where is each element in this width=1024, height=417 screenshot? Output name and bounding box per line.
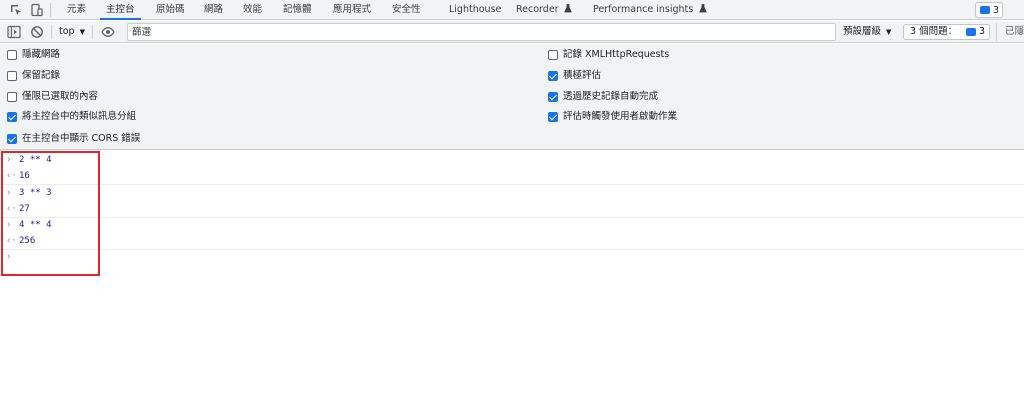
console-input-row: › 4 ** 4	[0, 217, 1024, 233]
flask-icon	[699, 4, 708, 13]
checkbox-checked[interactable]	[7, 134, 17, 144]
eye-icon[interactable]	[101, 25, 115, 39]
checkbox-checked[interactable]	[548, 71, 558, 81]
setting-label: 隱藏網路	[22, 49, 61, 60]
tab-application[interactable]: 應用程式	[333, 0, 371, 20]
console-result-value: 27	[19, 204, 30, 214]
tab-console[interactable]: 主控台	[100, 0, 140, 20]
console-result-row: ‹· 27	[0, 201, 1024, 217]
console-result-value: 16	[19, 171, 30, 181]
console-result-row: ‹· 256	[0, 233, 1024, 249]
checkbox-checked[interactable]	[7, 112, 17, 122]
tab-bar-divider	[50, 3, 51, 17]
console-input-code: 3 ** 3	[19, 188, 52, 198]
hidden-messages-count: 已隱	[996, 23, 1024, 41]
chevron-right-icon: ›	[6, 220, 12, 230]
chevron-right-icon: ›	[6, 252, 12, 262]
tab-elements[interactable]: 元素	[67, 0, 86, 20]
toolbar-divider	[51, 25, 52, 39]
setting-label: 積極評估	[563, 70, 602, 81]
setting-label: 記錄 XMLHttpRequests	[563, 49, 670, 60]
tab-network[interactable]: 網路	[204, 0, 223, 20]
tab-lighthouse[interactable]: Lighthouse	[449, 0, 501, 20]
setting-label: 將主控台中的類似訊息分組	[22, 111, 137, 122]
checkbox[interactable]	[7, 50, 17, 60]
console-prompt-row[interactable]: ›	[0, 249, 1024, 265]
setting-label: 在主控台中顯示 CORS 錯誤	[22, 133, 141, 144]
console-input-code: 4 ** 4	[19, 220, 52, 230]
log-levels-label: 預設層級	[843, 26, 882, 37]
chevron-right-icon: ›	[6, 155, 12, 165]
sidebar-toggle-icon[interactable]	[7, 25, 21, 39]
console-input-code: 2 ** 4	[19, 155, 52, 165]
console-output[interactable]: › 2 ** 4 ‹· 16 › 3 ** 3 ‹· 27 › 4 ** 4 ‹…	[0, 151, 1024, 417]
console-result-value: 256	[19, 236, 36, 246]
devtools-tab-bar: 元素 主控台 原始碼 網路 效能 記憶體 應用程式 安全性 Lighthouse…	[0, 0, 1024, 20]
issue-message-icon	[966, 28, 976, 36]
console-toolbar: top ▼ 預設層級 ▼ 3 個問題： 3 已隱	[0, 21, 1024, 43]
setting-label: 透過歷史記錄自動完成	[563, 91, 659, 102]
console-settings-panel: 隱藏網路 保留記錄 僅限已選取的內容 將主控台中的類似訊息分組 在主控台中顯示 …	[0, 44, 1024, 150]
return-arrow-icon: ‹·	[6, 204, 17, 214]
checkbox-checked[interactable]	[548, 112, 558, 122]
flask-icon	[563, 4, 572, 13]
console-filter-input[interactable]	[127, 23, 836, 41]
toolbar-divider	[92, 25, 93, 39]
checkbox[interactable]	[548, 50, 558, 60]
tab-recorder[interactable]: Recorder	[516, 0, 572, 20]
console-result-row: ‹· 16	[0, 168, 1024, 184]
tab-memory[interactable]: 記憶體	[283, 0, 312, 20]
checkbox[interactable]	[7, 71, 17, 81]
inspect-icon[interactable]	[9, 3, 23, 17]
context-value: top	[59, 26, 75, 37]
chevron-down-icon: ▼	[79, 28, 85, 36]
issue-message-icon	[980, 6, 990, 14]
setting-label: 評估時觸發使用者啟動作業	[563, 111, 678, 122]
issues-count-button[interactable]: 3 個問題： 3	[903, 24, 990, 40]
chevron-down-icon: ▼	[886, 28, 892, 36]
tab-performance-insights-label: Performance insights	[593, 4, 694, 15]
tab-performance-insights[interactable]: Performance insights	[593, 0, 708, 20]
log-levels-dropdown[interactable]: 預設層級 ▼	[843, 23, 891, 41]
console-input-row: › 2 ** 4	[0, 152, 1024, 168]
tab-security[interactable]: 安全性	[392, 0, 421, 20]
chevron-right-icon: ›	[6, 188, 12, 198]
return-arrow-icon: ‹·	[6, 171, 17, 181]
setting-label: 保留記錄	[22, 70, 61, 81]
device-toggle-icon[interactable]	[29, 3, 43, 17]
return-arrow-icon: ‹·	[6, 236, 17, 246]
issues-badge-count: 3	[993, 5, 1000, 16]
context-selector[interactable]: top ▼	[59, 23, 85, 41]
console-input-row: › 3 ** 3	[0, 185, 1024, 201]
tab-sources[interactable]: 原始碼	[156, 0, 185, 20]
checkbox-checked[interactable]	[548, 92, 558, 102]
tab-performance[interactable]: 效能	[243, 0, 262, 20]
checkbox[interactable]	[7, 92, 17, 102]
tab-recorder-label: Recorder	[516, 4, 559, 15]
issues-count-number: 3	[979, 26, 986, 37]
issues-badge-button[interactable]: 3	[975, 2, 1003, 18]
issues-count-label: 3 個問題：	[910, 26, 958, 37]
clear-console-icon[interactable]	[30, 25, 44, 39]
setting-label: 僅限已選取的內容	[22, 91, 99, 102]
